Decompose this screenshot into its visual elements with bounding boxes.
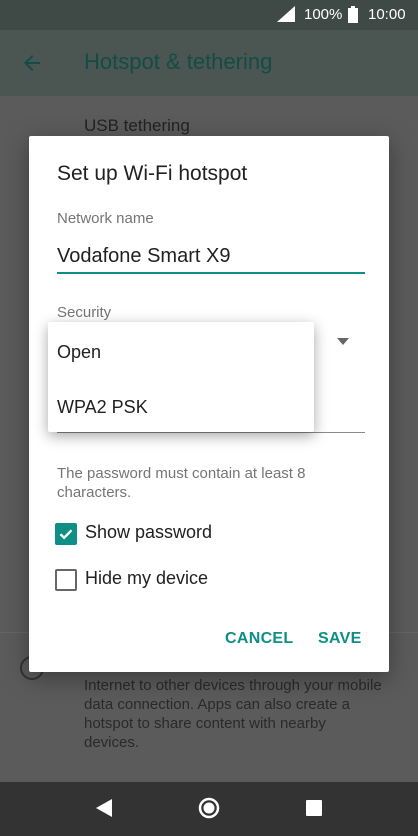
- network-name-input[interactable]: [57, 240, 365, 274]
- hide-device-label: Hide my device: [85, 568, 209, 588]
- dialog-title: Set up Wi-Fi hotspot: [57, 162, 248, 185]
- security-option-open[interactable]: Open: [57, 342, 101, 363]
- nav-recents-icon[interactable]: [306, 800, 322, 821]
- status-bar: 100% 10:00: [0, 0, 418, 30]
- show-password-label: Show password: [85, 522, 213, 542]
- security-label: Security: [57, 304, 112, 321]
- dropdown-arrow-icon[interactable]: [337, 332, 349, 350]
- password-hint: The password must contain at least 8 cha…: [57, 465, 306, 501]
- usb-tethering-label[interactable]: USB tethering: [84, 116, 190, 136]
- nav-back-icon[interactable]: [96, 799, 112, 822]
- security-dropdown-menu: Open WPA2 PSK: [48, 322, 314, 432]
- battery-percent: 100%: [304, 6, 343, 23]
- save-button[interactable]: SAVE: [318, 630, 362, 648]
- page-title: Hotspot & tethering: [84, 49, 273, 74]
- clock: 10:00: [368, 6, 406, 23]
- hotspot-description: Internet to other devices through your m…: [84, 677, 382, 751]
- password-field[interactable]: [57, 432, 365, 433]
- checkbox-unchecked-icon[interactable]: [55, 569, 77, 591]
- app-bar: Hotspot & tethering: [0, 30, 418, 96]
- navigation-bar: [0, 782, 418, 836]
- network-name-label: Network name: [57, 210, 154, 227]
- nav-home-icon[interactable]: [198, 797, 220, 824]
- back-arrow-icon[interactable]: [20, 51, 44, 80]
- checkbox-checked-icon[interactable]: [55, 523, 77, 545]
- cancel-button[interactable]: CANCEL: [225, 630, 293, 648]
- battery-icon: [348, 6, 358, 28]
- signal-icon: [277, 6, 295, 27]
- security-option-wpa2-psk[interactable]: WPA2 PSK: [57, 397, 148, 418]
